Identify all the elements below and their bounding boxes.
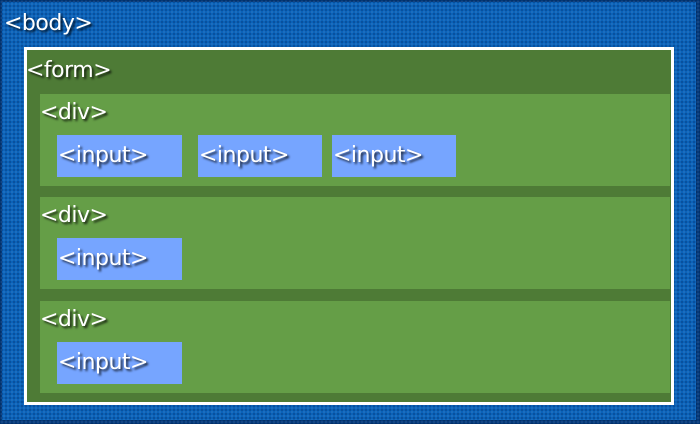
input-label: <input>	[58, 350, 148, 375]
div-element-box-3: <div> <input>	[40, 301, 670, 393]
input-element-box-1-2: <input>	[198, 135, 322, 177]
div-label-3: <div>	[40, 307, 108, 332]
input-label: <input>	[58, 143, 148, 168]
input-label: <input>	[333, 143, 423, 168]
input-label: <input>	[199, 143, 289, 168]
diagram-canvas: <body> <form> <div> <input> <input> <inp…	[0, 0, 700, 424]
input-element-box-1-1: <input>	[57, 135, 182, 177]
div-label-1: <div>	[40, 100, 108, 125]
input-label: <input>	[58, 246, 148, 271]
input-element-box-1-3: <input>	[332, 135, 456, 177]
form-element-box: <form> <div> <input> <input> <input> <di…	[24, 47, 674, 405]
div-element-box-2: <div> <input>	[40, 197, 670, 289]
form-label: <form>	[26, 58, 112, 83]
div-element-box-1: <div> <input> <input> <input>	[40, 94, 670, 186]
div-label-2: <div>	[40, 203, 108, 228]
body-element-box: <body> <form> <div> <input> <input> <inp…	[2, 2, 696, 420]
body-label: <body>	[4, 11, 93, 36]
input-element-box-3-1: <input>	[57, 342, 182, 384]
input-element-box-2-1: <input>	[57, 238, 182, 280]
